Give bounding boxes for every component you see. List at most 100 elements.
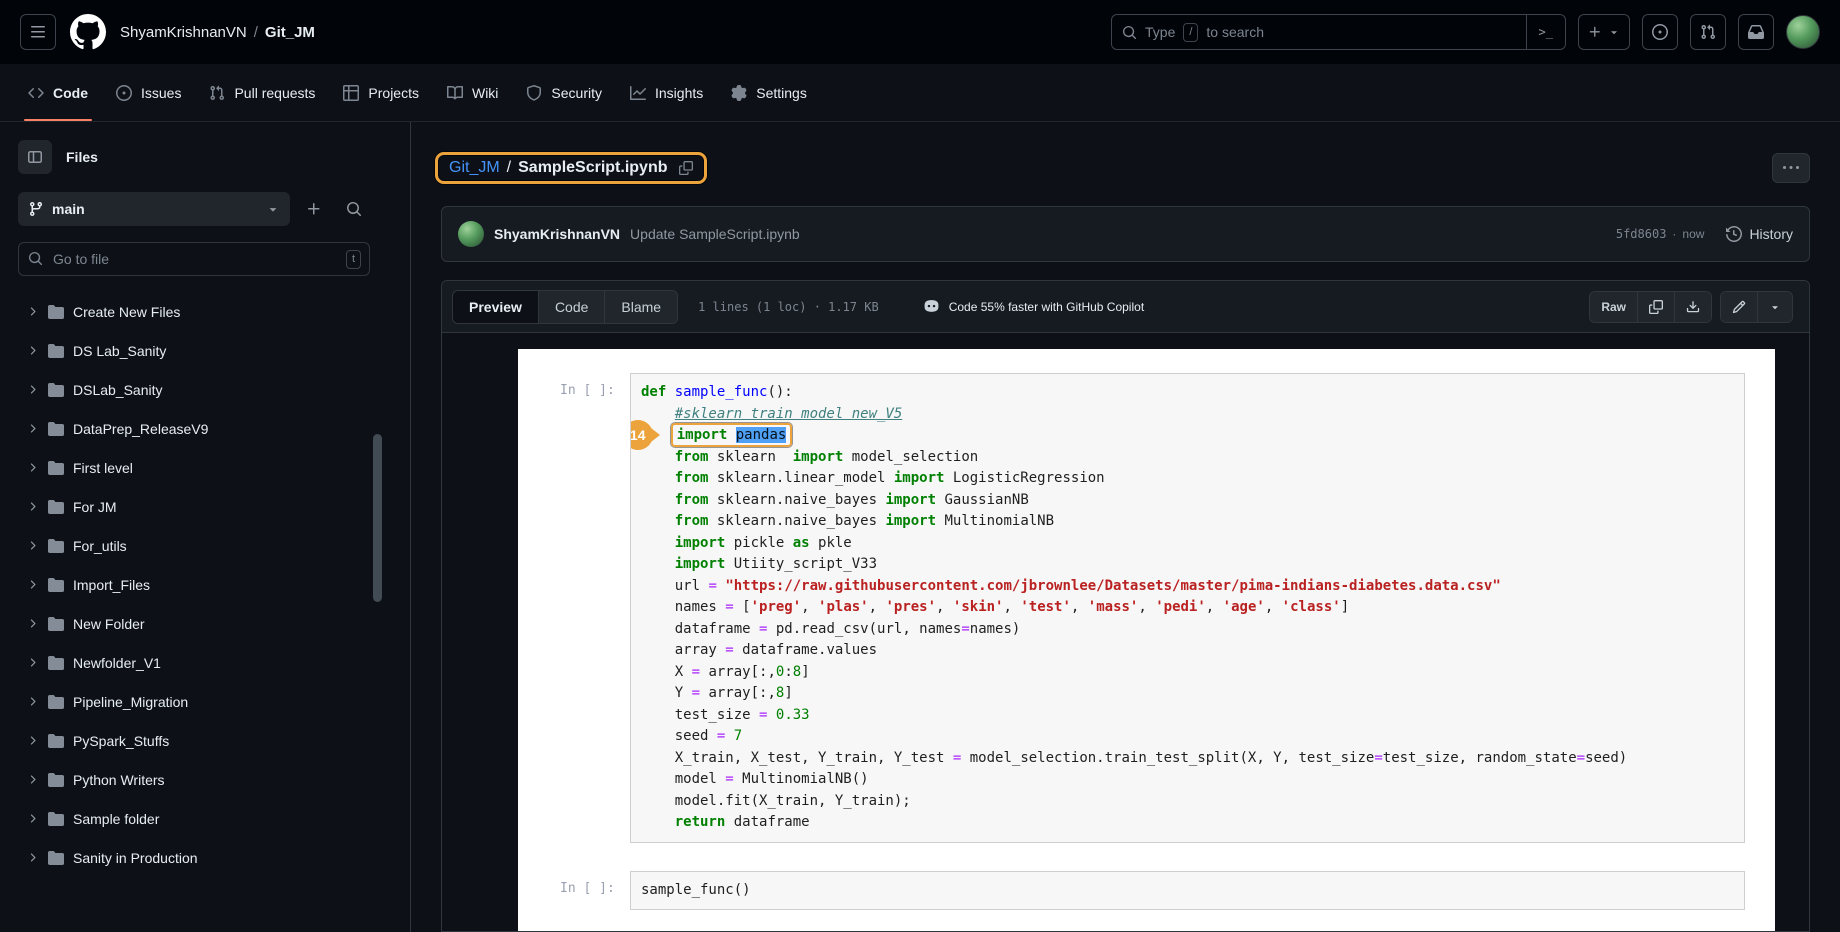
tab-code[interactable]: Code [16,64,100,121]
repo-nav: Code Issues Pull requests Projects Wiki … [0,64,1840,122]
code-token: array[:, [700,685,776,701]
branch-selector[interactable]: main [18,192,290,226]
search-files-button[interactable] [338,193,370,225]
folder-icon [48,577,64,593]
annotation-step-badge: 14 [630,420,653,450]
code-token: test_size [675,707,759,723]
tab-issues[interactable]: Issues [104,64,193,121]
tab-code-view[interactable]: Code [539,291,605,323]
folder-icon [48,460,64,476]
copy-path-button[interactable] [679,161,693,175]
search-placeholder-suffix: to search [1206,24,1264,40]
tab-security[interactable]: Security [514,64,614,121]
collapse-sidebar-button[interactable] [18,140,52,174]
folder-icon [48,850,64,866]
file-tree-folder[interactable]: First level [18,448,370,487]
notebook-page: In [ ]: def sample_func(): #sklearn trai… [518,349,1775,931]
commit-message-link[interactable]: Update SampleScript.ipynb [630,226,800,242]
folder-icon [48,616,64,632]
breadcrumb-row: Git_JM / SampleScript.ipynb [441,148,1810,188]
file-tree-folder[interactable]: Import_Files [18,565,370,604]
goto-file-input[interactable] [18,242,370,276]
code-token: MultinomialNB() [734,771,869,787]
commit-author-link[interactable]: ShyamKrishnanVN [494,226,620,242]
copy-file-button[interactable] [1638,292,1675,322]
history-link[interactable]: History [1726,226,1793,242]
file-tree-folder[interactable]: DataPrep_ReleaseV9 [18,409,370,448]
file-tree-folder[interactable]: Newfolder_V1 [18,643,370,682]
download-button[interactable] [1675,292,1711,322]
edit-file-button[interactable] [1721,292,1758,322]
file-tree-folder[interactable]: Pipeline_Migration [18,682,370,721]
file-tree-folder[interactable]: Create New Files [18,292,370,331]
code-line: model.fit(X_train, Y_train); [641,791,1734,813]
code-token: 'test' [1020,599,1071,615]
code-line: dataframe = pd.read_csv(url, names=names… [641,619,1734,641]
pull-requests-button[interactable] [1690,14,1726,50]
tab-settings[interactable]: Settings [719,64,819,121]
cell-1-code: def sample_func(): #sklearn train model … [641,382,1734,834]
slash-key-hint: / [1183,23,1198,42]
code-line: return dataframe [641,812,1734,834]
tab-pull-requests[interactable]: Pull requests [197,64,327,121]
folder-name: Sample folder [73,811,159,827]
inbox-button[interactable] [1738,14,1774,50]
file-tree-folder[interactable]: PySpark_Stuffs [18,721,370,760]
hamburger-menu-button[interactable] [20,14,56,50]
code-token: sklearn.linear_model [708,470,893,486]
folder-name: For JM [73,499,117,515]
code-token: dataframe [725,814,809,830]
tab-projects[interactable]: Projects [331,64,431,121]
file-tree-folder[interactable]: For JM [18,487,370,526]
file-options-kebab-button[interactable] [1772,153,1810,183]
copilot-banner[interactable]: Code 55% faster with GitHub Copilot [923,298,1144,315]
issue-opened-icon [1652,24,1668,40]
tab-wiki[interactable]: Wiki [435,64,510,121]
tab-label: Pull requests [234,85,315,101]
create-new-button[interactable] [1578,14,1630,50]
file-tree-folder[interactable]: For_utils [18,526,370,565]
tab-preview[interactable]: Preview [453,291,539,323]
folder-icon [48,538,64,554]
code-token [641,621,675,637]
file-tree-folder[interactable]: DSLab_Sanity [18,370,370,409]
issues-button[interactable] [1642,14,1678,50]
file-tree-folder[interactable]: Python Writers [18,760,370,799]
chevron-right-icon [26,812,39,825]
header-owner-link[interactable]: ShyamKrishnanVN [120,24,247,41]
code-line: model = MultinomialNB() [641,769,1734,791]
file-tree-folder[interactable]: New Folder [18,604,370,643]
git-pull-request-icon [1700,24,1716,40]
file-toolbar: Preview Code Blame 1 lines (1 loc) · 1.1… [442,281,1809,333]
file-tree-folder[interactable]: Sanity in Production [18,838,370,877]
commit-sha-link[interactable]: 5fd8603 [1616,227,1667,241]
github-logo[interactable] [70,14,106,50]
add-file-button[interactable] [298,193,330,225]
folder-name: Sanity in Production [73,850,198,866]
global-search-input[interactable]: Type / to search >_ [1111,14,1566,50]
sidebar-scrollbar-thumb[interactable] [373,434,382,602]
command-palette-icon[interactable]: >_ [1526,15,1565,49]
header-repo-link[interactable]: Git_JM [265,24,315,41]
edit-options-dropdown[interactable] [1758,292,1792,322]
cell-prompt: In [ ]: [560,871,630,896]
commit-sha-time: 5fd8603 · now [1616,227,1705,241]
code-token: , [1138,599,1155,615]
code-token: = [725,771,733,787]
code-token: import [885,513,936,529]
files-title: Files [66,149,98,165]
folder-name: DS Lab_Sanity [73,343,166,359]
code-token: = [692,685,700,701]
tab-blame[interactable]: Blame [605,291,677,323]
code-token: ] [801,664,809,680]
file-tree-folder[interactable]: DS Lab_Sanity [18,331,370,370]
raw-button[interactable]: Raw [1590,292,1638,322]
breadcrumb-repo-link[interactable]: Git_JM [449,159,500,177]
file-tree-folder[interactable]: Sample folder [18,799,370,838]
tab-insights[interactable]: Insights [618,64,715,121]
user-avatar[interactable] [1786,15,1820,49]
folder-icon [48,421,64,437]
code-token: names [675,599,726,615]
table-icon [343,85,359,101]
files-header: Files [18,140,370,174]
